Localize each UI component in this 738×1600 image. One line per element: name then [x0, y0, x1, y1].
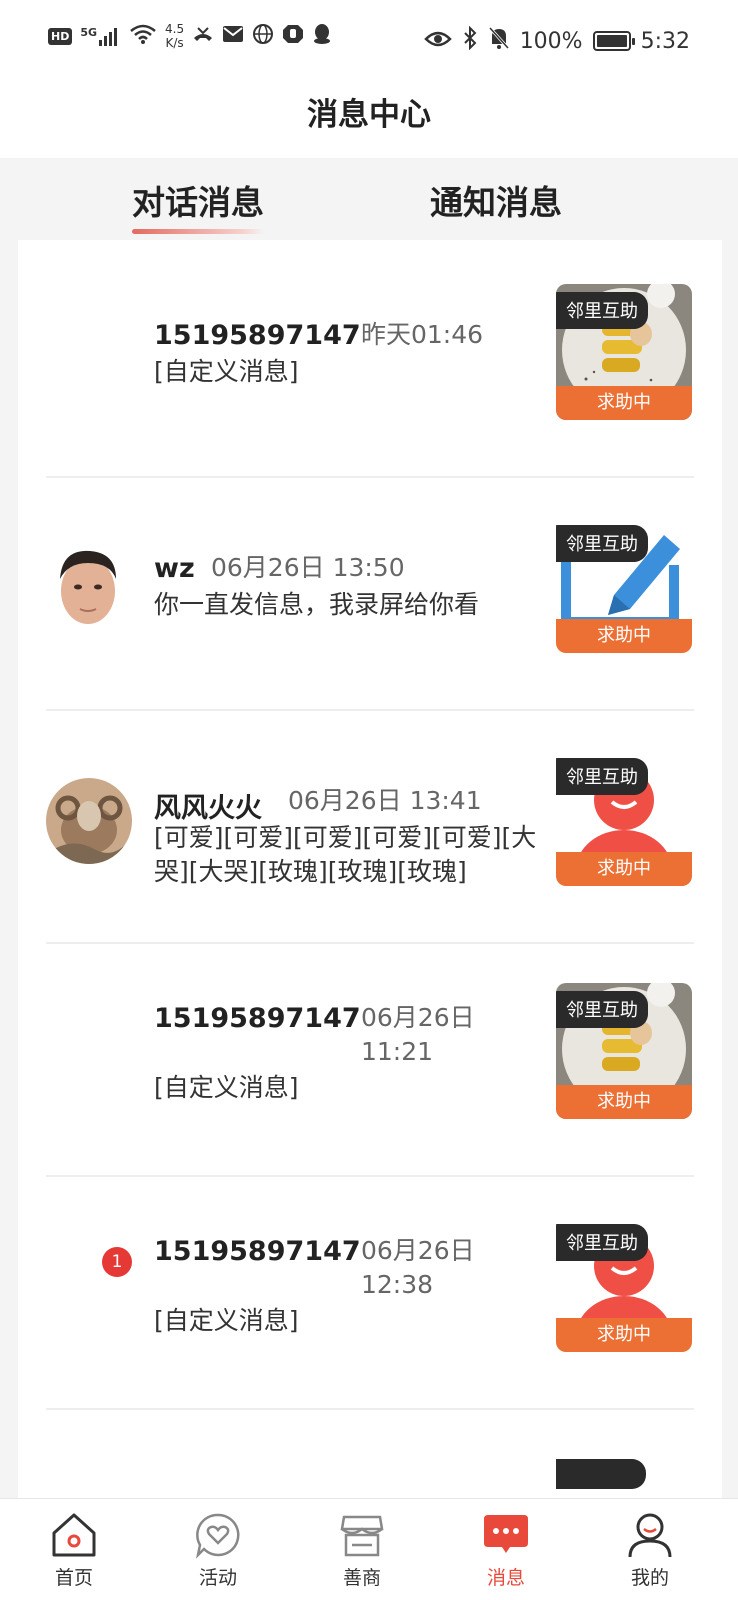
wifi-icon [129, 23, 157, 49]
tab-bar: 对话消息 通知消息 [0, 158, 738, 240]
conversation-name: 15195897147 [154, 1003, 361, 1034]
battery-percent: 100% [519, 28, 583, 54]
conversation-row[interactable] [18, 1405, 722, 1498]
nav-profile[interactable]: 我的 [600, 1511, 700, 1590]
bluetooth-icon [462, 25, 478, 56]
clock: 5:32 [640, 28, 690, 54]
conversation-message: [自定义消息] [154, 1306, 299, 1335]
avatar[interactable] [50, 545, 126, 631]
nav-label: 我的 [630, 1567, 669, 1589]
mute-bell-icon [488, 26, 510, 56]
conversation-message: 你一直发信息，我录屏给你看 [154, 590, 480, 619]
man-portrait-image [50, 545, 126, 631]
status-label: 求助中 [556, 852, 692, 886]
help-thumbnail[interactable]: 邻里互助 求助中 [556, 983, 692, 1119]
missed-call-icon [192, 24, 214, 48]
conversation-row[interactable]: wz 06月26日 13:50 你一直发信息，我录屏给你看 邻里互助 求助中 [18, 473, 722, 711]
tab-notifications[interactable]: 通知消息 [430, 176, 562, 224]
status-bar: HD 5G 4.5 K/s 100% 5:32 [0, 0, 738, 80]
hand-icon [282, 23, 304, 49]
shop-icon [338, 1511, 386, 1559]
conversation-row[interactable]: 15195897147 06月26日 11:21 [自定义消息] 邻里互助 求助… [18, 939, 722, 1177]
help-thumbnail[interactable]: 邻里互助 求助中 [556, 750, 692, 886]
heart-bubble-icon [194, 1511, 242, 1559]
nav-activity[interactable]: 活动 [168, 1511, 268, 1590]
nav-home[interactable]: 首页 [24, 1511, 124, 1590]
status-label: 求助中 [556, 386, 692, 420]
help-thumbnail[interactable]: 邻里互助 求助中 [556, 517, 692, 653]
battery-fill [596, 35, 627, 47]
conversation-name: wz [154, 553, 195, 584]
category-tag: 邻里互助 [556, 991, 648, 1028]
ram-painting-image [46, 778, 132, 864]
qq-icon [312, 23, 332, 49]
conversation-list: 15195897147 昨天01:46 [自定义消息] 邻里互助 求助中 wz … [18, 240, 722, 1498]
nav-label: 首页 [54, 1567, 93, 1589]
avatar[interactable] [46, 778, 132, 864]
category-tag: 邻里互助 [556, 525, 648, 562]
status-label: 求助中 [556, 1085, 692, 1119]
nav-label: 活动 [198, 1567, 237, 1589]
conversation-time: 06月26日 13:50 [211, 553, 405, 582]
conversation-row[interactable]: 15195897147 昨天01:46 [自定义消息] 邻里互助 求助中 [18, 240, 722, 478]
category-tag: 邻里互助 [556, 758, 648, 795]
help-thumbnail[interactable]: 邻里互助 求助中 [556, 1216, 692, 1352]
eye-icon [423, 29, 452, 54]
page-title: 消息中心 [307, 97, 431, 133]
category-tag [556, 1459, 646, 1489]
status-right: 100% 5:32 [423, 25, 690, 56]
conversation-row[interactable]: 风风火火 06月26日 13:41 [可爱][可爱][可爱][可爱][可爱][大… [18, 706, 722, 944]
conversation-message: [可爱][可爱][可爱][可爱][可爱][大哭][大哭][玫瑰][玫瑰][玫瑰] [154, 823, 537, 886]
status-left: HD 5G 4.5 K/s [48, 22, 332, 50]
conversation-name: 15195897147 [154, 1236, 361, 1267]
signal-icon: 5G [80, 26, 121, 46]
conversation-message: [自定义消息] [154, 1073, 299, 1102]
help-thumbnail[interactable]: 邻里互助 求助中 [556, 284, 692, 420]
category-tag: 邻里互助 [556, 1224, 648, 1261]
message-icon [482, 1511, 530, 1559]
globe-icon [252, 23, 274, 49]
conversation-row[interactable]: 1 15195897147 06月26日 12:38 [自定义消息] 邻里互助 … [18, 1172, 722, 1410]
unread-badge: 1 [102, 1247, 132, 1277]
network-speed: 4.5 K/s [165, 22, 185, 50]
battery-icon [592, 31, 635, 51]
nav-shop[interactable]: 善商 [312, 1511, 412, 1590]
nav-label: 善商 [342, 1567, 381, 1589]
conversation-time: 06月26日 12:38 [361, 1236, 475, 1299]
conversation-message: [自定义消息] [154, 357, 299, 386]
network-type: 5G [80, 26, 98, 39]
conversation-time: 昨天01:46 [361, 320, 484, 349]
conversation-time: 06月26日 13:41 [288, 786, 482, 815]
status-label: 求助中 [556, 1318, 692, 1352]
category-tag: 邻里互助 [556, 292, 648, 329]
header: 消息中心 [0, 80, 738, 158]
bottom-nav: 首页 活动 善商 消息 我的 [0, 1498, 738, 1600]
mail-icon [222, 25, 244, 47]
nav-label: 消息 [486, 1567, 525, 1589]
status-label: 求助中 [556, 619, 692, 653]
profile-icon [626, 1511, 674, 1559]
hd-badge: HD [48, 27, 73, 45]
home-icon [50, 1511, 98, 1559]
conversation-name: 风风火火 [154, 793, 262, 824]
conversation-name: 15195897147 [154, 320, 361, 351]
conversation-time: 06月26日 11:21 [361, 1003, 475, 1066]
nav-messages[interactable]: 消息 [456, 1511, 556, 1590]
tab-conversations[interactable]: 对话消息 [132, 176, 264, 234]
